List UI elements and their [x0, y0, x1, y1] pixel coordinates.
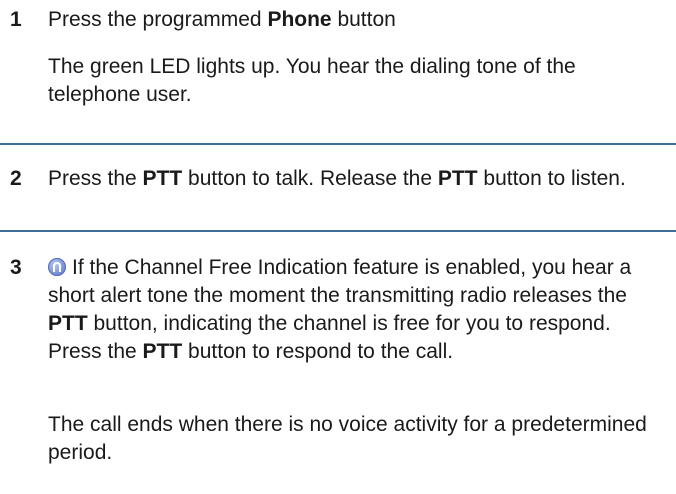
step-divider — [0, 230, 676, 232]
instruction-text: Press the — [48, 167, 143, 190]
step-number: 1 — [10, 8, 22, 31]
instruction-text: button — [331, 8, 396, 31]
instruction-text: If the Channel Free Indication feature i… — [48, 256, 632, 307]
step-result: The call ends when there is no voice act… — [48, 413, 647, 464]
instruction-text: button to respond to the call. — [182, 340, 454, 363]
instruction-bold-text: PTT — [142, 340, 183, 363]
instruction-text: button to talk. Release the — [182, 167, 438, 190]
step-instruction: If the Channel Free Indication feature i… — [48, 254, 668, 366]
instruction-bold-text: PTT — [48, 312, 88, 335]
accessory-note-icon — [48, 258, 66, 276]
step-result: The green LED lights up. You hear the di… — [48, 55, 576, 106]
instruction-bold-text: Phone — [267, 8, 332, 31]
step-divider — [0, 143, 676, 145]
instruction-bold-text: PTT — [142, 167, 183, 190]
step-number: 3 — [10, 256, 22, 279]
instruction-text: Press the programmed — [48, 8, 268, 31]
step-number: 2 — [10, 167, 22, 190]
instruction-bold-text: PTT — [437, 167, 478, 190]
step-instruction: Press the PTT button to talk. Release th… — [48, 165, 668, 193]
instruction-text: button to listen. — [477, 167, 626, 190]
step-instruction: Press the programmed Phone button — [48, 6, 668, 34]
